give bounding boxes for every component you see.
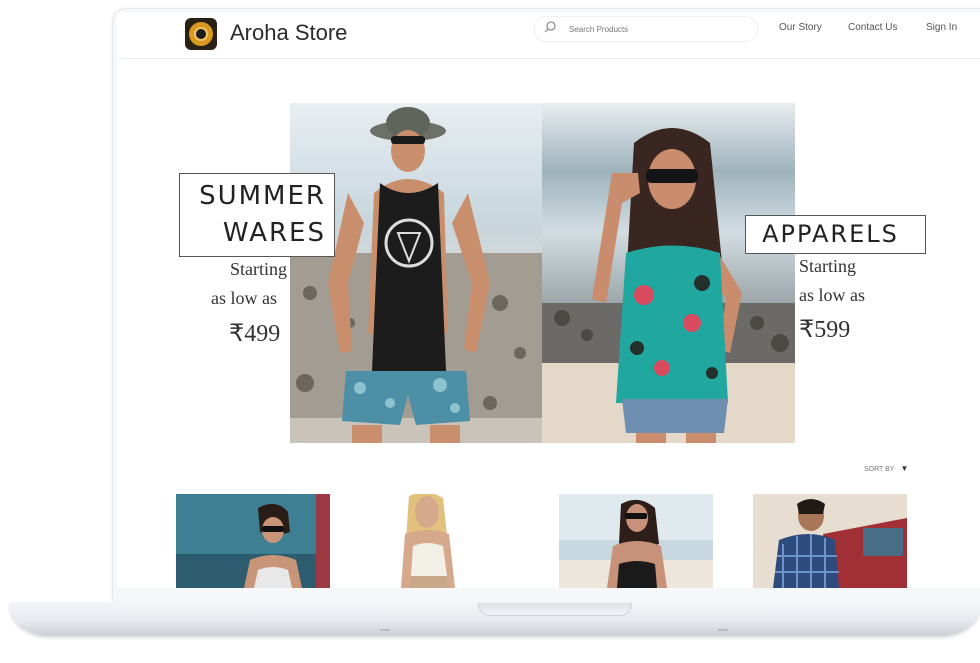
brand-name[interactable]: Aroha Store	[230, 20, 347, 46]
promo-subtitle: Starting	[799, 252, 856, 281]
woman-beach-illustration	[542, 128, 795, 443]
hero-image-summer-wares[interactable]	[290, 103, 542, 443]
promo-price: ₹599	[799, 317, 851, 343]
chevron-down-icon: ▼	[900, 464, 909, 473]
logo-ring	[189, 22, 213, 46]
hero-image-apparels[interactable]	[542, 103, 795, 443]
laptop-notch	[478, 603, 632, 616]
promo-subtitle-line: as low as	[799, 285, 865, 305]
product-image	[176, 494, 330, 588]
browser-viewport: Aroha Store Our Story Contact Us Sign In	[117, 12, 980, 588]
site-header: Aroha Store Our Story Contact Us Sign In	[117, 12, 980, 59]
sort-by-label: SORT BY	[864, 466, 895, 473]
laptop-foot	[380, 629, 390, 631]
store-logo[interactable]	[185, 18, 217, 50]
man-beach-illustration	[290, 107, 542, 443]
sort-by-dropdown[interactable]: SORT BY ▼	[864, 464, 908, 473]
promo-title-box[interactable]: APPARELS	[745, 215, 926, 254]
product-card[interactable]	[753, 494, 907, 588]
promo-subtitle: as low as	[211, 284, 277, 313]
logo-face-icon	[194, 27, 208, 41]
laptop-foot	[718, 629, 728, 631]
promo-title-box[interactable]: SUMMER WARES	[179, 173, 335, 257]
product-card[interactable]	[367, 494, 521, 588]
promo-subtitle-line: Starting	[230, 259, 287, 279]
nav-contact-us[interactable]: Contact Us	[848, 22, 897, 33]
search-input[interactable]	[567, 20, 751, 38]
product-image	[559, 494, 713, 588]
promo-title-line: APPARELS	[762, 220, 899, 248]
promo-subtitle: Starting	[221, 255, 287, 284]
search-box[interactable]	[534, 16, 758, 42]
promo-subtitle-line: Starting	[799, 256, 856, 276]
nav-our-story[interactable]: Our Story	[779, 22, 822, 33]
promo-title-line: SUMMER	[199, 181, 326, 211]
promo-subtitle-line: as low as	[211, 288, 277, 308]
product-card[interactable]	[176, 494, 330, 588]
product-image	[367, 494, 521, 588]
promo-price: ₹499	[229, 321, 281, 347]
promo-subtitle: as low as	[799, 281, 865, 310]
nav-sign-in[interactable]: Sign In	[926, 22, 957, 33]
product-image	[753, 494, 907, 588]
search-icon	[544, 21, 556, 33]
product-card[interactable]	[559, 494, 713, 588]
promo-title-line: WARES	[222, 218, 326, 248]
